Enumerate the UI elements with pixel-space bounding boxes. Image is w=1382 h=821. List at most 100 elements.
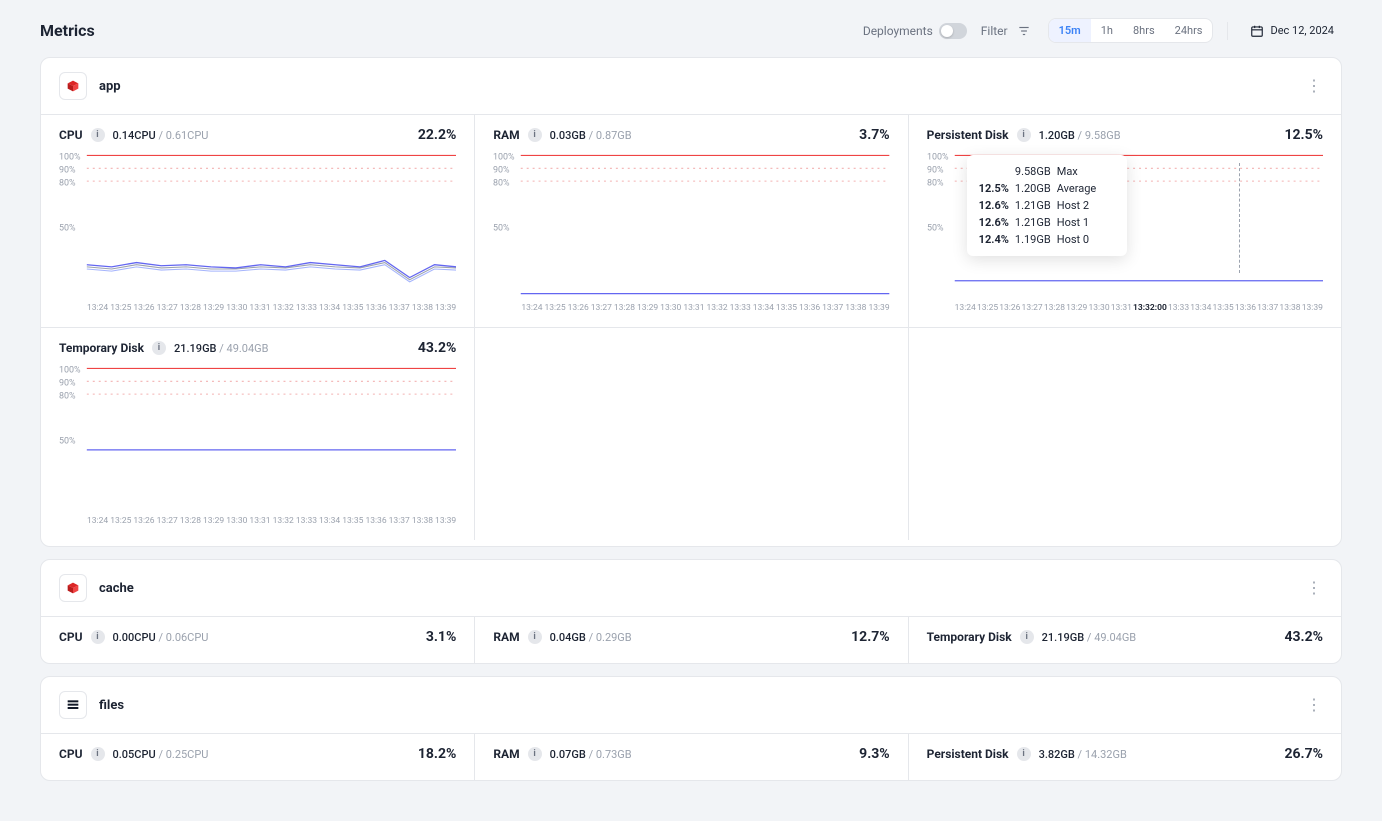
- x-axis: 13:2413:2513:2613:2713:2813:2913:3013:31…: [927, 299, 1323, 323]
- date-label: Dec 12, 2024: [1270, 24, 1334, 37]
- service-card-files: files ⋮ CPU i 0.05CPU / 0.25CPU 18.2%: [40, 676, 1342, 781]
- svg-text:80%: 80%: [493, 177, 510, 188]
- deployments-label: Deployments: [863, 24, 933, 38]
- svg-text:100%: 100%: [59, 364, 81, 375]
- metric-used: 3.82GB: [1039, 748, 1075, 761]
- info-icon[interactable]: i: [528, 630, 542, 644]
- info-icon[interactable]: i: [91, 630, 105, 644]
- metric-ram: RAM i 0.04GB / 0.29GB 12.7%: [474, 617, 907, 663]
- service-name: files: [99, 698, 124, 713]
- svg-text:90%: 90%: [927, 164, 944, 175]
- info-icon[interactable]: i: [528, 128, 542, 142]
- metric-pct: 3.1%: [426, 629, 456, 645]
- metric-temporary-disk: Temporary Disk i 21.19GB / 49.04GB 43.2%…: [41, 328, 474, 540]
- metric-pct: 26.7%: [1284, 746, 1323, 762]
- service-name: app: [99, 79, 121, 94]
- metric-total: / 49.04GB: [219, 342, 268, 355]
- info-icon[interactable]: i: [528, 747, 542, 761]
- range-8hrs[interactable]: 8hrs: [1123, 19, 1165, 42]
- svg-text:80%: 80%: [59, 177, 76, 188]
- service-card-app: app ⋮ CPU i 0.14CPU / 0.61CPU 22.2%: [40, 57, 1342, 547]
- metric-pct: 43.2%: [1284, 629, 1323, 645]
- metric-ram: RAM i 0.07GB / 0.73GB 9.3%: [474, 734, 907, 780]
- empty-cell: [908, 328, 1341, 540]
- metric-total: / 49.04GB: [1087, 631, 1136, 644]
- filter-label[interactable]: Filter: [981, 24, 1008, 38]
- page-title: Metrics: [40, 21, 95, 40]
- metric-title: Temporary Disk: [59, 341, 144, 355]
- service-menu-button[interactable]: ⋮: [1306, 697, 1323, 713]
- info-icon[interactable]: i: [91, 747, 105, 761]
- date-picker[interactable]: Dec 12, 2024: [1242, 20, 1342, 42]
- deployments-toggle-group: Deployments: [863, 23, 967, 39]
- tooltip-table: 9.58GBMax12.5%1.20GBAverage12.6%1.21GBHo…: [979, 163, 1103, 248]
- svg-text:100%: 100%: [927, 151, 949, 162]
- range-24hrs[interactable]: 24hrs: [1165, 19, 1213, 42]
- chart-temporary-disk[interactable]: 100%90%80%50%: [59, 362, 456, 512]
- metric-total: / 0.29GB: [589, 631, 632, 644]
- metric-title: CPU: [59, 747, 83, 761]
- metric-total: / 0.25CPU: [158, 748, 208, 761]
- chart-tooltip: 9.58GBMax12.5%1.20GBAverage12.6%1.21GBHo…: [967, 155, 1127, 256]
- metric-used: 0.14CPU: [113, 129, 156, 142]
- metric-cpu: CPU i 0.05CPU / 0.25CPU 18.2%: [41, 734, 474, 780]
- info-icon[interactable]: i: [1017, 128, 1031, 142]
- service-name: cache: [99, 581, 134, 596]
- svg-text:50%: 50%: [493, 222, 510, 233]
- info-icon[interactable]: i: [152, 341, 166, 355]
- metric-total: / 0.73GB: [589, 748, 632, 761]
- metric-title: RAM: [493, 747, 519, 761]
- metric-persistent-disk: Persistent Disk i 3.82GB / 14.32GB 26.7%: [908, 734, 1341, 780]
- metric-title: CPU: [59, 630, 83, 644]
- x-axis: 13:2413:2513:2613:2713:2813:2913:3013:31…: [59, 512, 456, 536]
- metric-total: / 0.06CPU: [158, 631, 208, 644]
- empty-cell: [474, 328, 907, 540]
- filter-icon[interactable]: [1014, 21, 1034, 41]
- svg-text:90%: 90%: [59, 377, 76, 388]
- service-icon-cache: [59, 574, 87, 602]
- metric-title: Persistent Disk: [927, 128, 1009, 142]
- metric-title: RAM: [493, 128, 519, 142]
- svg-text:90%: 90%: [59, 164, 76, 175]
- metric-used: 0.05CPU: [113, 748, 156, 761]
- metric-used: 0.04GB: [550, 631, 586, 644]
- svg-text:50%: 50%: [59, 222, 76, 233]
- service-card-cache: cache ⋮ CPU i 0.00CPU / 0.06CPU 3.1%: [40, 559, 1342, 664]
- range-15m[interactable]: 15m: [1049, 19, 1091, 42]
- service-icon-app: [59, 72, 87, 100]
- metric-title: CPU: [59, 128, 83, 142]
- info-icon[interactable]: i: [1020, 630, 1034, 644]
- metric-total: / 0.61CPU: [158, 129, 208, 142]
- chart-cpu[interactable]: 100% 90% 80% 50%: [59, 149, 456, 299]
- metric-pct: 18.2%: [418, 746, 457, 762]
- metric-temporary-disk: Temporary Disk i 21.19GB / 49.04GB 43.2%: [908, 617, 1341, 663]
- service-menu-button[interactable]: ⋮: [1306, 580, 1323, 596]
- info-icon[interactable]: i: [1017, 747, 1031, 761]
- metric-total: / 14.32GB: [1078, 748, 1127, 761]
- metric-used: 21.19GB: [1042, 631, 1085, 644]
- metric-cpu: CPU i 0.14CPU / 0.61CPU 22.2% 100%90%80%…: [41, 115, 474, 327]
- metric-total: / 9.58GB: [1078, 129, 1121, 142]
- service-menu-button[interactable]: ⋮: [1306, 78, 1323, 94]
- chart-ram[interactable]: 100%90%80%50%: [493, 149, 889, 299]
- info-icon[interactable]: i: [91, 128, 105, 142]
- svg-text:80%: 80%: [927, 177, 944, 188]
- svg-text:50%: 50%: [927, 222, 944, 233]
- chart-persistent-disk[interactable]: 100% 90% 80% 50% 9.58GBMax12.5%1.20GBAverag…: [927, 149, 1323, 299]
- metric-cpu: CPU i 0.00CPU / 0.06CPU 3.1%: [41, 617, 474, 663]
- divider: [1227, 22, 1228, 40]
- calendar-icon: [1250, 24, 1264, 38]
- deployments-toggle[interactable]: [939, 23, 967, 39]
- svg-text:100%: 100%: [59, 151, 81, 162]
- range-1h[interactable]: 1h: [1091, 19, 1123, 42]
- metric-pct: 43.2%: [418, 340, 457, 356]
- x-axis: 13:2413:2513:2613:2713:2813:2913:3013:31…: [59, 299, 456, 323]
- metric-pct: 3.7%: [859, 127, 889, 143]
- metric-pct: 9.3%: [859, 746, 889, 762]
- metric-persistent-disk: Persistent Disk i 1.20GB / 9.58GB 12.5% …: [908, 115, 1341, 327]
- metric-used: 0.00CPU: [113, 631, 156, 644]
- metric-pct: 12.7%: [851, 629, 890, 645]
- metric-title: Persistent Disk: [927, 747, 1009, 761]
- time-range-tabs: 15m 1h 8hrs 24hrs: [1048, 18, 1214, 43]
- metric-pct: 12.5%: [1284, 127, 1323, 143]
